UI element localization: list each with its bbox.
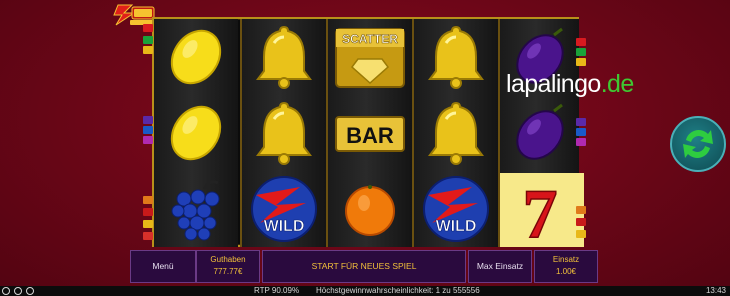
svg-text:7: 7 (523, 176, 558, 245)
line-marker (576, 118, 586, 126)
wild-icon: WILD (414, 173, 498, 245)
balance-value: 777.77€ (213, 267, 243, 276)
line-marker (576, 230, 586, 238)
orange-icon (328, 173, 412, 245)
line-marker (143, 36, 153, 44)
reel-5: 7 (498, 19, 584, 247)
line-marker (143, 46, 153, 54)
line-marker (576, 218, 586, 226)
balance-display: Guthaben 777.77€ (196, 250, 260, 283)
line-marker (143, 220, 153, 228)
control-panel: Menü Guthaben 777.77€ START FÜR NEUES SP… (130, 250, 600, 283)
start-button[interactable]: START FÜR NEUES SPIEL (262, 250, 466, 283)
clock: 13:43 (705, 286, 726, 295)
grapes-icon (154, 173, 238, 245)
bell-icon (242, 21, 326, 93)
menu-button[interactable]: Menü (130, 250, 196, 283)
line-marker (576, 206, 586, 214)
plum-icon (500, 97, 584, 169)
bell-icon (414, 97, 498, 169)
line-marker (143, 136, 153, 144)
max-bet-button[interactable]: Max Einsatz (468, 250, 532, 283)
line-marker (143, 232, 153, 240)
bet-label: Einsatz (552, 255, 580, 264)
lemon-icon (154, 97, 238, 169)
line-marker (576, 58, 586, 66)
sound-icon[interactable] (14, 287, 22, 295)
svg-text:WILD: WILD (436, 218, 477, 235)
line-marker (576, 38, 586, 46)
svg-text:WILD: WILD (264, 218, 305, 235)
rtp-text: RTP 90.09% (254, 286, 300, 295)
seven-icon: 7 (500, 173, 584, 247)
spin-button[interactable] (670, 116, 726, 172)
line-marker (143, 116, 153, 124)
lemon-icon (154, 21, 238, 93)
bell-icon (242, 97, 326, 169)
brand-tld: .de (600, 70, 635, 98)
max-bet-label: Max Einsatz (476, 261, 524, 271)
balance-label: Guthaben (210, 255, 246, 264)
refresh-icon (683, 130, 713, 158)
svg-text:SCATTER: SCATTER (342, 32, 398, 46)
close-icon[interactable] (2, 287, 10, 295)
line-marker (143, 208, 153, 216)
line-marker (576, 48, 586, 56)
bet-value: 1.00€ (555, 267, 577, 276)
line-marker (143, 24, 153, 32)
info-icon[interactable] (26, 287, 34, 295)
line-marker (576, 128, 586, 136)
svg-text:BAR: BAR (346, 123, 394, 148)
wild-icon: WILD (242, 173, 326, 245)
start-label: START FÜR NEUES SPIEL (311, 261, 417, 271)
bar-icon: BAR (328, 97, 412, 169)
bet-display[interactable]: Einsatz 1.00€ (534, 250, 598, 283)
win-probability-text: Höchstgewinnwahrscheinlichkeit: 1 zu 555… (316, 286, 480, 295)
reel-2: WILD (240, 19, 326, 247)
line-marker (143, 196, 153, 204)
reel-1 (154, 19, 238, 247)
bell-icon (414, 21, 498, 93)
brand-name: lapalingo (506, 70, 601, 98)
line-marker (576, 138, 586, 146)
reel-3: SCATTER BAR (326, 19, 412, 247)
line-marker (143, 126, 153, 134)
menu-label: Menü (152, 261, 174, 271)
reels-frame: WILD SCATTER BAR WILD 7 (152, 17, 584, 247)
status-bar: RTP 90.09% Höchstgewinnwahrscheinlichkei… (0, 286, 730, 296)
scatter-icon: SCATTER (328, 21, 412, 93)
brand-watermark: lapalingo.de (506, 70, 634, 99)
reel-4: WILD (412, 19, 498, 247)
